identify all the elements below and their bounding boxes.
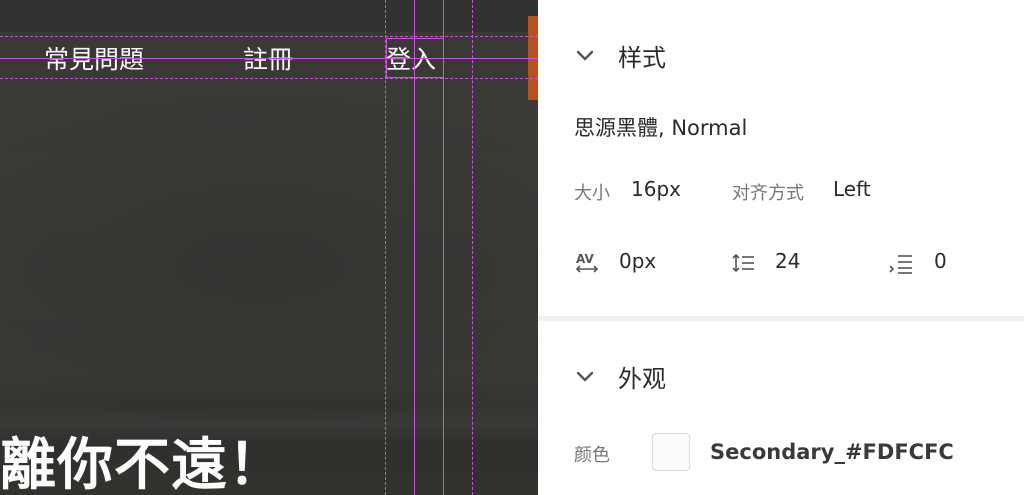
line-spacing-icon [732, 253, 754, 273]
font-size-label: 大小 [574, 183, 610, 204]
chevron-down-icon[interactable] [574, 365, 596, 387]
font-size-value[interactable]: 16px [631, 177, 681, 201]
nav-register-text[interactable]: 註冊 [243, 43, 293, 77]
svg-text:AV: AV [576, 252, 594, 266]
section-divider [538, 316, 1024, 321]
color-style-name[interactable]: Secondary_#FDFCFC [710, 440, 954, 464]
style-section-title: 样式 [618, 43, 666, 72]
alignment-value[interactable]: Left [833, 177, 871, 201]
font-family-value[interactable]: 思源黑體, Normal [574, 112, 747, 142]
nav-faq-text[interactable]: 常見問題 [44, 43, 144, 77]
char-spacing-icon: AV [575, 252, 599, 273]
design-canvas[interactable]: 常見問題 註冊 登入 離你不遠！ [0, 0, 538, 495]
properties-panel: 样式 思源黑體, Normal 大小 16px 对齐方式 Left AV 0px… [538, 0, 1024, 495]
char-spacing-value[interactable]: 0px [619, 249, 656, 273]
guide-horizontal-bottom [0, 78, 538, 79]
chevron-down-icon[interactable] [574, 44, 596, 66]
style-section-header[interactable]: 样式 [574, 40, 666, 72]
color-label: 颜色 [574, 445, 610, 466]
appearance-section-header[interactable]: 外观 [574, 361, 666, 393]
guide-horizontal-top [0, 36, 538, 37]
line-spacing-value[interactable]: 24 [775, 249, 800, 273]
alignment-label: 对齐方式 [732, 183, 804, 204]
hero-heading-text[interactable]: 離你不遠！ [0, 420, 285, 495]
paragraph-spacing-value[interactable]: 0 [934, 249, 947, 273]
paragraph-spacing-icon [889, 255, 912, 274]
appearance-section-title: 外观 [618, 364, 666, 393]
color-swatch[interactable] [652, 433, 690, 471]
guide-vertical-4 [472, 0, 473, 495]
canvas-top-band [0, 0, 538, 32]
selection-box-login[interactable] [386, 38, 444, 78]
guide-horizontal-baseline [0, 58, 538, 59]
